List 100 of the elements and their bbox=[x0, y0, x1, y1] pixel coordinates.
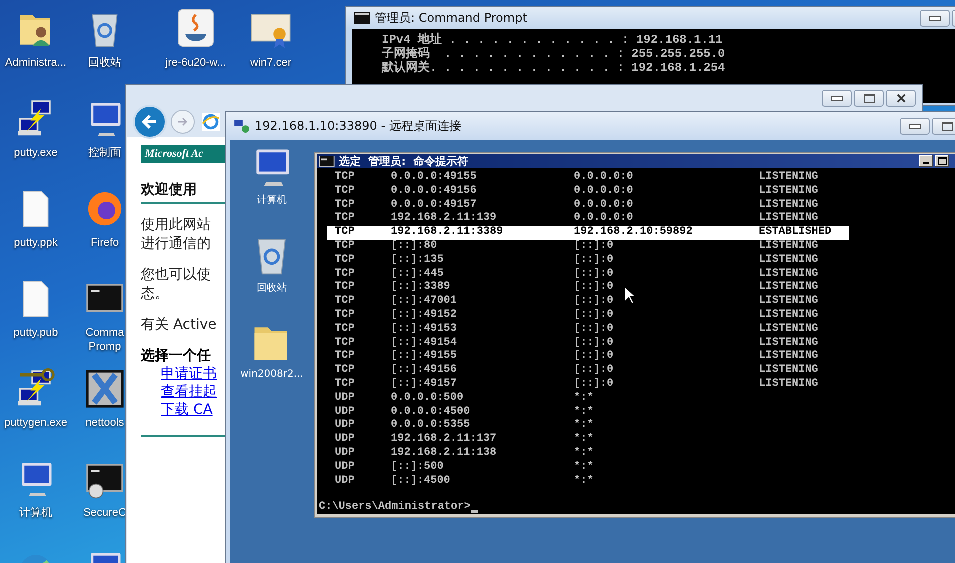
state-cell: LISTENING bbox=[759, 254, 818, 268]
foreign-address-cell: *:* bbox=[574, 392, 594, 406]
foreign-address-cell-text: *:* bbox=[574, 406, 594, 419]
page-banner: Microsoft Ac bbox=[141, 145, 227, 163]
desktop-icon-label: 控制面 bbox=[88, 146, 122, 160]
foreign-address-cell-text: *:* bbox=[574, 419, 594, 433]
state-cell: LISTENING bbox=[759, 212, 818, 226]
window-title: 选定 管理员: 命令提示符 bbox=[339, 154, 469, 168]
protocol-cell: UDP bbox=[335, 460, 355, 475]
state-cell: LISTENING bbox=[759, 171, 818, 185]
foreign-address-cell: [::]:0 bbox=[574, 240, 614, 254]
state-cell: ESTABLISHED bbox=[759, 226, 832, 240]
maximize-button[interactable] bbox=[854, 90, 884, 107]
local-address-cell: [::]:47001 bbox=[391, 295, 458, 309]
foreign-address-cell: [::]:0 bbox=[574, 378, 614, 392]
desktop-icon-label: putty.exe bbox=[14, 146, 58, 160]
protocol-cell: TCP bbox=[335, 226, 355, 240]
local-address-cell: [::]:49156 bbox=[391, 364, 458, 378]
local-address-cell-text: [::]:49154 bbox=[391, 336, 458, 350]
minimize-button[interactable] bbox=[900, 118, 930, 134]
local-address-cell: 192.168.2.11:137 bbox=[391, 433, 497, 447]
console-line: 子网掩码 . . . . . . . . . . . . : 255.255.255.0 bbox=[382, 47, 726, 61]
minimize-button[interactable] bbox=[822, 90, 852, 107]
protocol-cell: TCP bbox=[335, 350, 355, 364]
remote-desktop-icon bbox=[234, 120, 250, 132]
protocol-cell: TCP bbox=[335, 268, 355, 282]
protocol-cell: TCP bbox=[335, 378, 355, 392]
x-tool-icon[interactable] bbox=[84, 368, 126, 410]
console-line: 默认网关. . . . . . . . . . . . . : 192.168.1.254 bbox=[382, 61, 726, 75]
paragraph-text: 有关 Active bbox=[141, 316, 217, 335]
foreign-address-cell: 192.168.2.10:59892 bbox=[574, 226, 693, 240]
minimize-button[interactable] bbox=[920, 10, 950, 26]
local-address-cell: 0.0.0.0:49157 bbox=[391, 198, 477, 212]
coffee-cup-icon[interactable] bbox=[175, 8, 217, 50]
paragraph-text: 进行通信的 bbox=[141, 235, 211, 254]
foreign-address-cell: *:* bbox=[574, 433, 594, 447]
foreign-address-cell-text: [::]:0 bbox=[574, 336, 614, 350]
state-cell: LISTENING bbox=[759, 184, 818, 199]
local-address-cell: [::]:500 bbox=[391, 460, 444, 475]
local-address-cell: 0.0.0.0:500 bbox=[391, 392, 464, 406]
local-address-cell: 0.0.0.0:5355 bbox=[391, 419, 470, 434]
foreign-address-cell: 0.0.0.0:0 bbox=[574, 184, 634, 199]
window-title: 管理员: Command Prompt bbox=[375, 10, 528, 26]
protocol-cell: TCP bbox=[335, 184, 355, 199]
desktop-icon-label: 回收站 bbox=[88, 56, 122, 70]
protocol-cell: TCP bbox=[335, 254, 355, 268]
close-icon bbox=[896, 94, 906, 103]
local-address-cell: [::]:135 bbox=[391, 254, 444, 268]
command-prompt: C:\Users\Administrator> bbox=[319, 501, 471, 516]
paragraph-text: 态。 bbox=[141, 285, 169, 304]
text-cursor bbox=[470, 510, 478, 514]
task-link[interactable]: 查看挂起 bbox=[161, 383, 217, 401]
maximize-button[interactable] bbox=[932, 118, 955, 134]
local-address-cell: 192.168.2.11:139 bbox=[391, 212, 497, 226]
state-cell: LISTENING bbox=[759, 336, 818, 350]
foreign-address-cell-text: [::]:0 bbox=[574, 281, 614, 295]
paragraph-text: 您也可以使 bbox=[141, 266, 211, 285]
state-cell: LISTENING bbox=[759, 322, 818, 337]
task-link[interactable]: 申请证书 bbox=[161, 365, 217, 383]
desktop-icon-label: Firefo bbox=[90, 236, 120, 250]
state-cell: LISTENING bbox=[759, 268, 818, 282]
desktop-icon-label: 回收站 bbox=[257, 282, 287, 295]
local-address-cell: [::]:49153 bbox=[391, 322, 458, 337]
protocol-cell: TCP bbox=[335, 240, 355, 254]
desktop-icon-label: 计算机 bbox=[257, 194, 287, 207]
browser-logo-icon bbox=[202, 113, 220, 131]
state-cell: LISTENING bbox=[759, 364, 818, 378]
state-cell: LISTENING bbox=[759, 378, 818, 392]
local-address-cell-text: [::]:3389 bbox=[391, 281, 450, 295]
close-button[interactable] bbox=[886, 90, 916, 107]
desktop-icon-label: Comma Promp bbox=[84, 326, 126, 354]
task-link[interactable]: 下载 CA bbox=[161, 401, 213, 419]
state-cell: LISTENING bbox=[759, 350, 818, 364]
protocol-cell: TCP bbox=[335, 295, 355, 309]
local-address-cell: 192.168.2.11:138 bbox=[391, 446, 497, 461]
console-line: IPv4 地址 . . . . . . . . . . . . : 192.168.1.11 bbox=[382, 33, 724, 47]
section-heading: 选择一个任 bbox=[141, 347, 211, 365]
desktop-icon-label: win7.cer bbox=[250, 56, 292, 70]
desktop-icon-label: putty.pub bbox=[14, 326, 58, 340]
back-button[interactable] bbox=[133, 105, 167, 139]
local-address-cell: 0.0.0.0:4500 bbox=[391, 406, 470, 420]
state-cell: LISTENING bbox=[759, 198, 818, 212]
protocol-cell: TCP bbox=[335, 281, 355, 296]
desktop-icon-label: Administra... bbox=[5, 56, 67, 70]
foreign-address-cell: [::]:0 bbox=[574, 364, 614, 378]
local-address-cell: [::]:80 bbox=[391, 240, 438, 254]
desktop-icon-label: 计算机 bbox=[20, 506, 52, 520]
local-address-cell: 0.0.0.0:49155 bbox=[391, 171, 477, 185]
foreign-address-cell-text: [::]:0 bbox=[574, 350, 614, 364]
protocol-cell: UDP bbox=[335, 419, 355, 434]
protocol-cell: UDP bbox=[335, 406, 355, 420]
foreign-address-cell: [::]:0 bbox=[574, 322, 614, 337]
desktop-icon-label: win2008r2... bbox=[240, 369, 304, 380]
desktop-icon-label: nettools bbox=[84, 416, 126, 430]
protocol-cell: UDP bbox=[335, 474, 355, 488]
protocol-cell: TCP bbox=[335, 336, 355, 350]
protocol-cell: UDP bbox=[335, 392, 355, 406]
local-address-cell: 192.168.2.11:3389 bbox=[391, 226, 504, 240]
desktop-icon-label: puttygen.exe bbox=[4, 416, 68, 430]
foreign-address-cell: 0.0.0.0:0 bbox=[574, 171, 634, 185]
